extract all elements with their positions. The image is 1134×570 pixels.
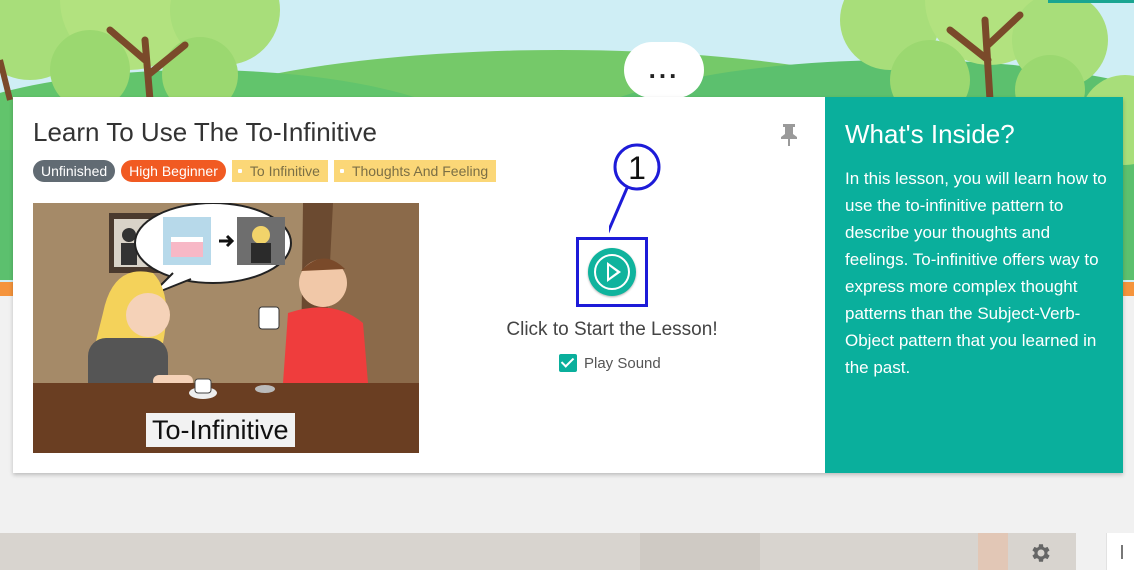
gear-icon[interactable] [1028, 541, 1052, 565]
pin-icon[interactable] [779, 124, 799, 146]
next-lesson-preview [0, 533, 1076, 570]
whats-inside-panel: What's Inside? In this lesson, you will … [825, 97, 1123, 473]
side-card-edge [1106, 533, 1134, 570]
keyword-tag[interactable]: Thoughts And Feeling [333, 160, 497, 182]
speech-bubble: ... [624, 42, 704, 98]
play-sound-label[interactable]: Play Sound [584, 355, 661, 372]
start-lesson-highlight[interactable] [576, 237, 648, 307]
whats-inside-title: What's Inside? [845, 119, 1015, 149]
keyword-tag[interactable]: To Infinitive [231, 160, 328, 182]
side-card-mark [1121, 545, 1123, 559]
level-badge: High Beginner [121, 160, 226, 182]
lesson-card: Learn To Use The To-Infinitive Unfinishe… [13, 97, 1123, 473]
start-lesson-text[interactable]: Click to Start the Lesson! [503, 319, 721, 341]
lesson-thumbnail[interactable]: To-Infinitive [33, 203, 419, 453]
play-triangle-inner [609, 266, 617, 278]
top-accent-bar [1048, 0, 1134, 3]
status-badge: Unfinished [33, 160, 116, 182]
preview-post [978, 533, 1008, 570]
bubble-dots: ... [648, 54, 680, 84]
thumbnail-caption: To-Infinitive [146, 413, 295, 447]
play-sound-toggle[interactable]: Play Sound [559, 352, 661, 374]
preview-shade [640, 533, 760, 570]
lesson-title: Learn To Use The To-Infinitive [33, 117, 377, 147]
play-icon[interactable] [588, 248, 636, 296]
annotation-number: 1 [628, 150, 646, 186]
lesson-card-main: Learn To Use The To-Infinitive Unfinishe… [13, 97, 825, 473]
whats-inside-description: In this lesson, you will learn how to us… [845, 169, 1107, 377]
lesson-tags: Unfinished High Beginner To Infinitive T… [33, 159, 497, 183]
play-sound-checkbox[interactable] [559, 354, 577, 372]
